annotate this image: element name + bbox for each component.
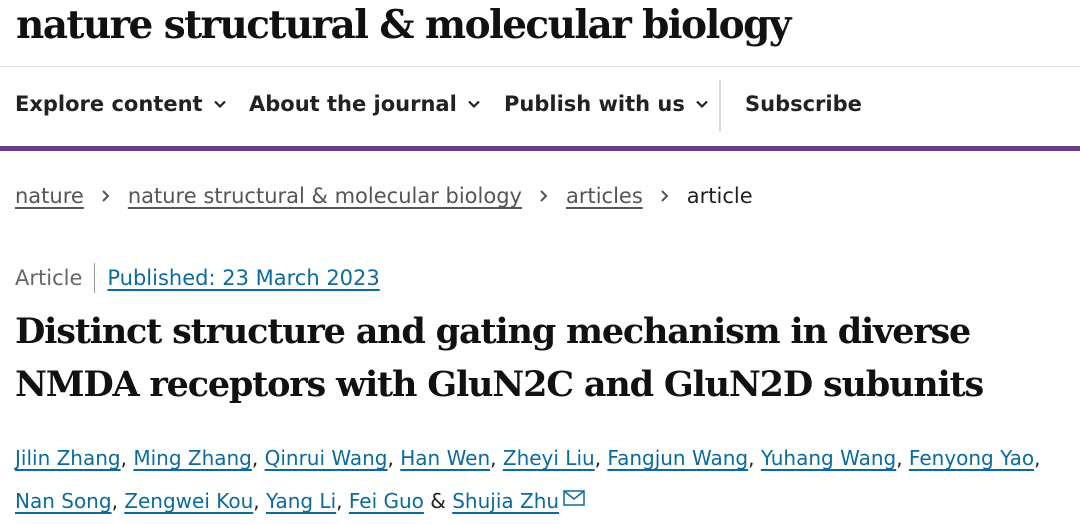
author-separator: , [336, 489, 349, 513]
article-title: Distinct structure and gating mechanism … [15, 311, 984, 405]
author-link[interactable]: Zheyi Liu [503, 446, 595, 470]
nav-about-journal[interactable]: About the journal [249, 92, 481, 116]
nav-item-label: About the journal [249, 92, 457, 116]
nav-explore-content[interactable]: Explore content [15, 92, 227, 116]
author-separator: , [387, 446, 401, 470]
chevron-right-icon [661, 190, 669, 202]
author-link[interactable]: Fenyong Yao [909, 446, 1034, 470]
author-separator: , [896, 446, 909, 470]
chevron-down-icon [468, 100, 480, 109]
author-link[interactable]: Fangjun Wang [607, 446, 748, 470]
chevron-down-icon [696, 100, 708, 109]
journal-masthead[interactable]: nature structural & molecular biology [16, 2, 791, 48]
author-link[interactable]: Zengwei Kou [124, 489, 253, 513]
author-link[interactable]: Han Wen [400, 446, 490, 470]
author-separator: , [594, 446, 608, 470]
author-separator: , [490, 446, 503, 470]
author-separator: , [1034, 446, 1041, 470]
author-separator: & [423, 489, 453, 513]
breadcrumb-current: article [686, 184, 753, 208]
author-link[interactable]: Fei Guo [349, 489, 424, 513]
main-nav: Explore content About the journal Publis… [0, 80, 1080, 136]
author-separator: , [111, 489, 125, 513]
author-link[interactable]: Ming Zhang [133, 446, 252, 470]
nav-accent-bar [0, 146, 1080, 151]
nav-separator [719, 80, 721, 132]
breadcrumb: nature nature structural & molecular bio… [15, 184, 753, 208]
nav-subscribe-label: Subscribe [745, 92, 862, 116]
nav-subscribe[interactable]: Subscribe [745, 92, 862, 116]
published-date-link[interactable]: Published: 23 March 2023 [107, 266, 379, 290]
breadcrumb-nature[interactable]: nature [15, 184, 84, 208]
nav-publish-with-us[interactable]: Publish with us [504, 92, 709, 116]
breadcrumb-articles[interactable]: articles [566, 184, 643, 208]
nav-item-label: Publish with us [504, 92, 685, 116]
article-meta: Article Published: 23 March 2023 [15, 263, 380, 293]
author-link[interactable]: Yuhang Wang [761, 446, 896, 470]
author-link[interactable]: Shujia Zhu [452, 489, 559, 513]
chevron-right-icon [102, 190, 110, 202]
nav-item-label: Explore content [15, 92, 203, 116]
author-separator: , [748, 446, 761, 470]
author-separator: , [253, 489, 266, 513]
author-link[interactable]: Jilin Zhang [15, 446, 121, 470]
meta-divider [94, 263, 96, 293]
author-link[interactable]: Qinrui Wang [265, 446, 388, 470]
author-list: Jilin Zhang, Ming Zhang, Qinrui Wang, Ha… [15, 437, 1070, 523]
mail-icon[interactable] [563, 490, 585, 506]
header-divider [0, 66, 1080, 67]
breadcrumb-journal[interactable]: nature structural & molecular biology [128, 184, 522, 208]
chevron-down-icon [213, 100, 226, 109]
article-type: Article [15, 266, 83, 290]
author-separator: , [251, 446, 265, 470]
chevron-right-icon [540, 190, 548, 202]
author-separator: , [120, 446, 134, 470]
author-link[interactable]: Yang Li [266, 489, 336, 513]
author-link[interactable]: Nan Song [15, 489, 112, 513]
